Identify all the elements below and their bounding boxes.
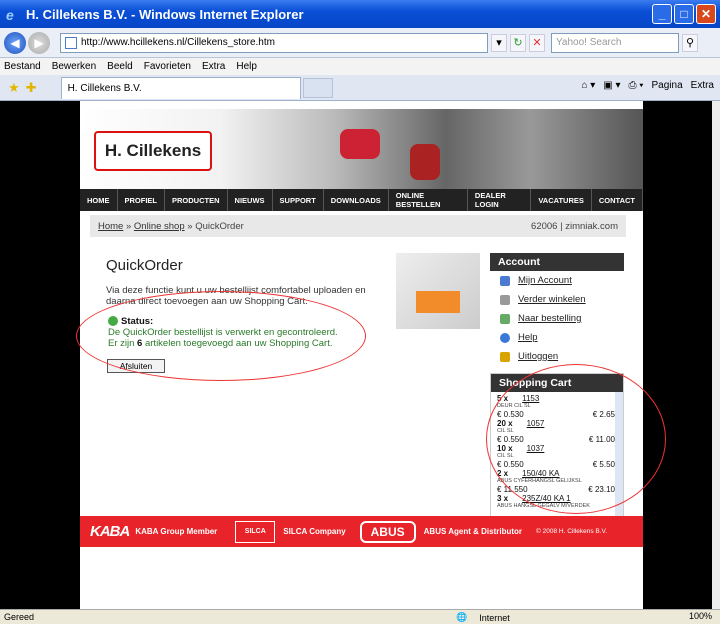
nav-online-bestellen[interactable]: ONLINE BESTELLEN: [389, 189, 468, 211]
feeds-icon[interactable]: ▣ ▾: [603, 80, 620, 91]
link-verder-winkelen[interactable]: Verder winkelen: [490, 290, 624, 309]
page-icon: [65, 36, 77, 49]
zone-text: Internet: [479, 612, 510, 623]
back-button[interactable]: ◀: [4, 31, 26, 54]
nav-vacatures[interactable]: VACATURES: [531, 189, 592, 211]
nav-producten[interactable]: PRODUCTEN: [165, 189, 228, 211]
ie-icon: e: [6, 7, 14, 23]
annotation-circle: [486, 364, 666, 514]
breadcrumb-shop[interactable]: Online shop: [134, 221, 185, 232]
status-bar: Gereed 🌐 Internet 100%: [0, 609, 720, 624]
url-field[interactable]: http://www.hcillekens.nl/Cillekens_store…: [60, 32, 488, 53]
browser-viewport: H. Cillekens HOME PROFIEL PRODUCTEN NIEU…: [0, 101, 712, 609]
search-icon[interactable]: ⚲: [682, 33, 698, 52]
abus-logo: ABUS: [359, 520, 416, 543]
silca-text: SILCA Company: [283, 527, 346, 536]
cart-qty: 3 x: [497, 494, 509, 503]
dropdown-icon[interactable]: ▾: [491, 33, 507, 52]
page-title: QuickOrder: [106, 257, 183, 274]
address-bar: ◀ ▶ http://www.hcillekens.nl/Cillekens_s…: [0, 28, 720, 58]
close-button[interactable]: ✕: [696, 4, 716, 24]
nav-home[interactable]: HOME: [80, 189, 118, 211]
window-title: H. Cillekens B.V. - Windows Internet Exp…: [26, 6, 304, 22]
nav-dealer-login[interactable]: DEALER LOGIN: [468, 189, 532, 211]
annotation-circle: [76, 291, 366, 381]
link-uitloggen[interactable]: Uitloggen: [490, 347, 624, 366]
site-footer: KABA KABA Group Member SILCA SILCA Compa…: [80, 516, 643, 547]
menu-bar: Bestand Bewerken Beeld Favorieten Extra …: [0, 58, 720, 75]
url-text: http://www.hcillekens.nl/Cillekens_store…: [81, 37, 275, 48]
nav-support[interactable]: SUPPORT: [273, 189, 324, 211]
zoom-level[interactable]: 100%: [689, 611, 712, 621]
kaba-text: KABA Group Member: [135, 527, 218, 536]
user-info: 62006 | zimniak.com: [531, 220, 618, 232]
favorites-star-icon[interactable]: ★: [8, 80, 20, 96]
menu-help[interactable]: Help: [236, 61, 257, 72]
new-tab-button[interactable]: [302, 77, 333, 98]
print-icon[interactable]: ⎙ ▾: [629, 80, 644, 91]
breadcrumb-sep: »: [125, 220, 132, 232]
cart-icon: [500, 294, 510, 305]
breadcrumb-current: QuickOrder: [195, 220, 244, 232]
order-icon: [500, 313, 510, 324]
refresh-icon[interactable]: ↻: [510, 33, 526, 52]
menu-extra[interactable]: Extra: [202, 61, 225, 72]
globe-icon: 🌐: [456, 612, 468, 622]
menu-favorieten[interactable]: Favorieten: [144, 61, 191, 72]
minimize-button[interactable]: _: [652, 4, 672, 24]
help-icon: [500, 332, 510, 343]
search-input[interactable]: Yahoo! Search: [551, 32, 679, 53]
menu-bewerken[interactable]: Bewerken: [52, 61, 96, 72]
site-logo[interactable]: H. Cillekens: [94, 131, 212, 171]
nav-nieuws[interactable]: NIEUWS: [228, 189, 273, 211]
tab-cillekens[interactable]: H. Cillekens B.V.: [60, 76, 301, 99]
link-mijn-account[interactable]: Mijn Account: [490, 271, 624, 290]
menu-bestand[interactable]: Bestand: [4, 61, 41, 72]
extra-menu[interactable]: Extra: [691, 80, 714, 91]
page-menu[interactable]: Pagina: [652, 80, 683, 91]
account-box: Account Mijn Account Verder winkelen Naa…: [490, 253, 624, 366]
home-icon[interactable]: ⌂ ▾: [581, 80, 595, 91]
main-nav: HOME PROFIEL PRODUCTEN NIEUWS SUPPORT DO…: [80, 189, 643, 211]
stop-icon[interactable]: ✕: [529, 33, 545, 52]
copyright: © 2008 H. Cillekens B.V.: [536, 528, 608, 535]
key-image: [340, 129, 380, 159]
web-page: H. Cillekens HOME PROFIEL PRODUCTEN NIEU…: [76, 101, 666, 609]
user-icon: [500, 275, 510, 286]
nav-downloads[interactable]: DOWNLOADS: [324, 189, 389, 211]
lock-icon: [500, 351, 510, 362]
maximize-button[interactable]: □: [674, 4, 694, 24]
menu-beeld[interactable]: Beeld: [107, 61, 133, 72]
account-title: Account: [490, 253, 624, 271]
breadcrumb: Home » Online shop » QuickOrder 62006 | …: [90, 215, 626, 237]
status-text: Gereed: [4, 612, 35, 622]
kaba-logo: KABA: [90, 523, 130, 540]
forward-button[interactable]: ▶: [28, 31, 50, 54]
link-help[interactable]: Help: [490, 328, 624, 347]
breadcrumb-home[interactable]: Home: [98, 221, 123, 232]
tab-bar: ★ ✚ H. Cillekens B.V. ⌂ ▾ ▣ ▾ ⎙ ▾ Pagina…: [0, 75, 720, 101]
page-scrollbar[interactable]: [712, 101, 720, 609]
tab-label: H. Cillekens B.V.: [67, 82, 142, 94]
key-image: [410, 144, 440, 180]
link-naar-bestelling[interactable]: Naar bestelling: [490, 309, 624, 328]
nav-contact[interactable]: CONTACT: [592, 189, 643, 211]
nav-profiel[interactable]: PROFIEL: [118, 189, 166, 211]
breadcrumb-sep: »: [187, 220, 193, 232]
window-titlebar: e H. Cillekens B.V. - Windows Internet E…: [0, 0, 720, 28]
add-favorites-icon[interactable]: ✚: [26, 80, 37, 96]
abus-text: ABUS Agent & Distributor: [423, 527, 523, 536]
product-image: [396, 253, 480, 329]
silca-logo: SILCA: [235, 520, 276, 543]
site-header: H. Cillekens: [80, 109, 643, 189]
